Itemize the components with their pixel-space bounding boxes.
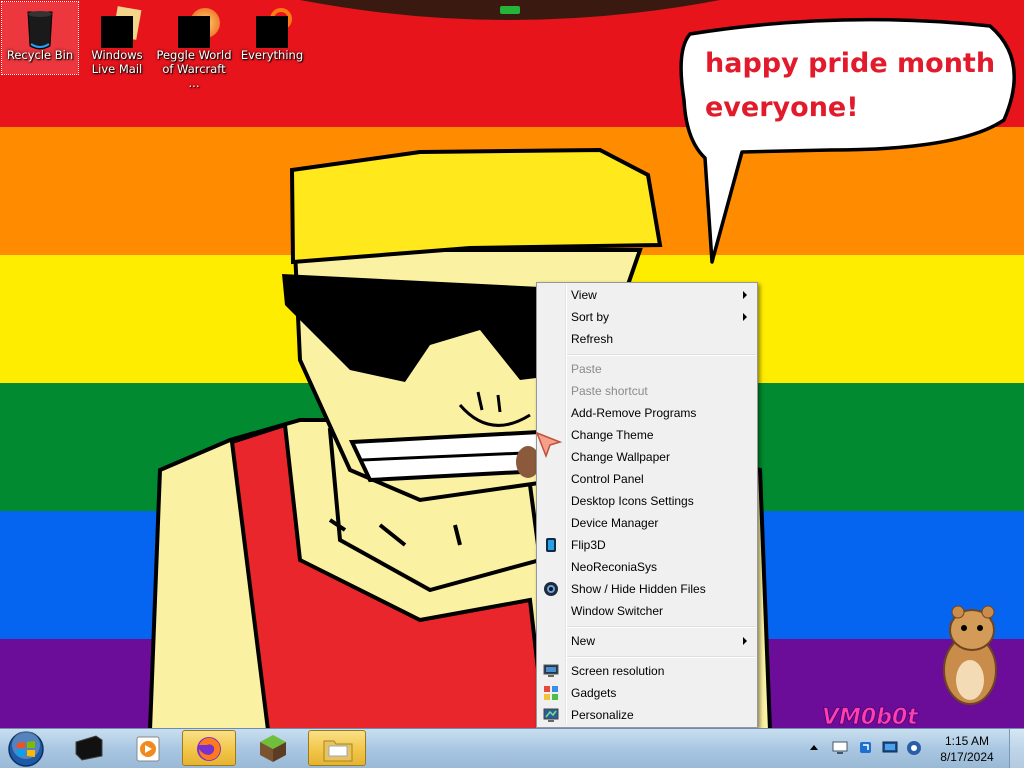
desktop-icon-windows-live-mail[interactable]: Windows Live Mail: [79, 2, 155, 76]
menu-separator: [567, 656, 755, 658]
start-button[interactable]: [4, 730, 48, 768]
tray-network-icon[interactable]: [882, 741, 900, 755]
flip3d-icon: [543, 537, 559, 553]
desktop-context-menu: View Sort by Refresh Paste Paste shortcu…: [536, 282, 758, 728]
media-player-icon: [136, 736, 160, 762]
everything-search-icon: [254, 8, 292, 48]
windows-logo-icon: [8, 731, 44, 767]
watermark-text: VM0b0t: [822, 705, 919, 728]
menu-separator: [567, 626, 755, 628]
hamster-gadget[interactable]: [930, 600, 1010, 710]
tray-volume-icon[interactable]: [906, 740, 922, 756]
speech-line-2: everyone!: [705, 92, 859, 123]
menu-item-neoreconiasys[interactable]: NeoReconiaSys: [539, 556, 755, 578]
menu-item-window-switcher[interactable]: Window Switcher: [539, 600, 755, 622]
desktop-wallpaper[interactable]: happy pride month everyone! VM0b0t: [0, 0, 1024, 728]
menu-item-control-panel[interactable]: Control Panel: [539, 468, 755, 490]
menu-item-sort-by[interactable]: Sort by: [539, 306, 755, 328]
menu-item-personalize[interactable]: Personalize: [539, 704, 755, 726]
taskbar-app-explorer[interactable]: [308, 730, 366, 766]
submenu-arrow-icon: [743, 313, 747, 321]
menu-item-desktop-icons-settings[interactable]: Desktop Icons Settings: [539, 490, 755, 512]
hidden-files-icon: [543, 581, 559, 597]
tray-flag-icon[interactable]: [858, 740, 874, 756]
recycle-bin-icon: [22, 8, 58, 50]
desktop-icon-label: Everything: [240, 48, 304, 62]
speech-line-1: happy pride month: [705, 48, 995, 79]
desktop-icon-label: Windows Live Mail: [91, 48, 143, 76]
tray-expand-arrow-icon[interactable]: [810, 745, 818, 750]
taskbar: 1:15 AM 8/17/2024: [0, 728, 1024, 768]
menu-item-add-remove-programs[interactable]: Add-Remove Programs: [539, 402, 755, 424]
menu-item-paste-shortcut[interactable]: Paste shortcut: [539, 380, 755, 402]
show-desktop-button[interactable]: [1009, 729, 1024, 768]
submenu-arrow-icon: [743, 291, 747, 299]
menu-item-new[interactable]: New: [539, 630, 755, 652]
menu-item-device-manager[interactable]: Device Manager: [539, 512, 755, 534]
desktop-icon-everything[interactable]: Everything: [234, 2, 310, 62]
monitor-icon: [543, 663, 559, 679]
taskbar-app-media-player[interactable]: [120, 730, 178, 766]
menu-item-gadgets[interactable]: Gadgets: [539, 682, 755, 704]
clock-date: 8/17/2024: [940, 750, 994, 764]
firefox-icon: [197, 737, 221, 761]
menu-item-change-wallpaper[interactable]: Change Wallpaper: [539, 446, 755, 468]
explorer-folder-icon: [323, 740, 353, 762]
desktop-icon-peggle[interactable]: Peggle World of Warcraft ...: [156, 2, 232, 90]
clock-time: 1:15 AM: [944, 734, 990, 748]
minecraft-icon: [260, 735, 286, 762]
black-app-icon: [75, 735, 103, 761]
mail-icon: [99, 6, 142, 48]
personalize-icon: [543, 707, 559, 723]
tray-monitor-icon[interactable]: [832, 741, 848, 755]
menu-item-view[interactable]: View: [539, 284, 755, 306]
gadgets-icon: [543, 685, 559, 701]
notification-area: 1:15 AM 8/17/2024: [810, 729, 1024, 768]
menu-item-change-theme[interactable]: Change Theme: [539, 424, 755, 446]
taskbar-app-minecraft[interactable]: [244, 730, 304, 766]
submenu-arrow-icon: [743, 637, 747, 645]
mouse-cursor-icon: [536, 432, 563, 458]
peggle-icon: [176, 8, 220, 48]
menu-item-flip3d[interactable]: Flip3D: [539, 534, 755, 556]
menu-item-screen-resolution[interactable]: Screen resolution: [539, 660, 755, 682]
menu-item-refresh[interactable]: Refresh: [539, 328, 755, 350]
desktop-icon-label: Peggle World of Warcraft ...: [156, 48, 232, 90]
taskbar-app-black[interactable]: [60, 730, 118, 766]
taskbar-clock[interactable]: 1:15 AM 8/17/2024: [932, 733, 1002, 765]
taskbar-app-firefox[interactable]: [182, 730, 236, 766]
menu-separator: [567, 354, 755, 356]
desktop-icon-recycle-bin[interactable]: Recycle Bin: [1, 1, 79, 75]
menu-item-show-hide-hidden-files[interactable]: Show / Hide Hidden Files: [539, 578, 755, 600]
menu-item-paste[interactable]: Paste: [539, 358, 755, 380]
